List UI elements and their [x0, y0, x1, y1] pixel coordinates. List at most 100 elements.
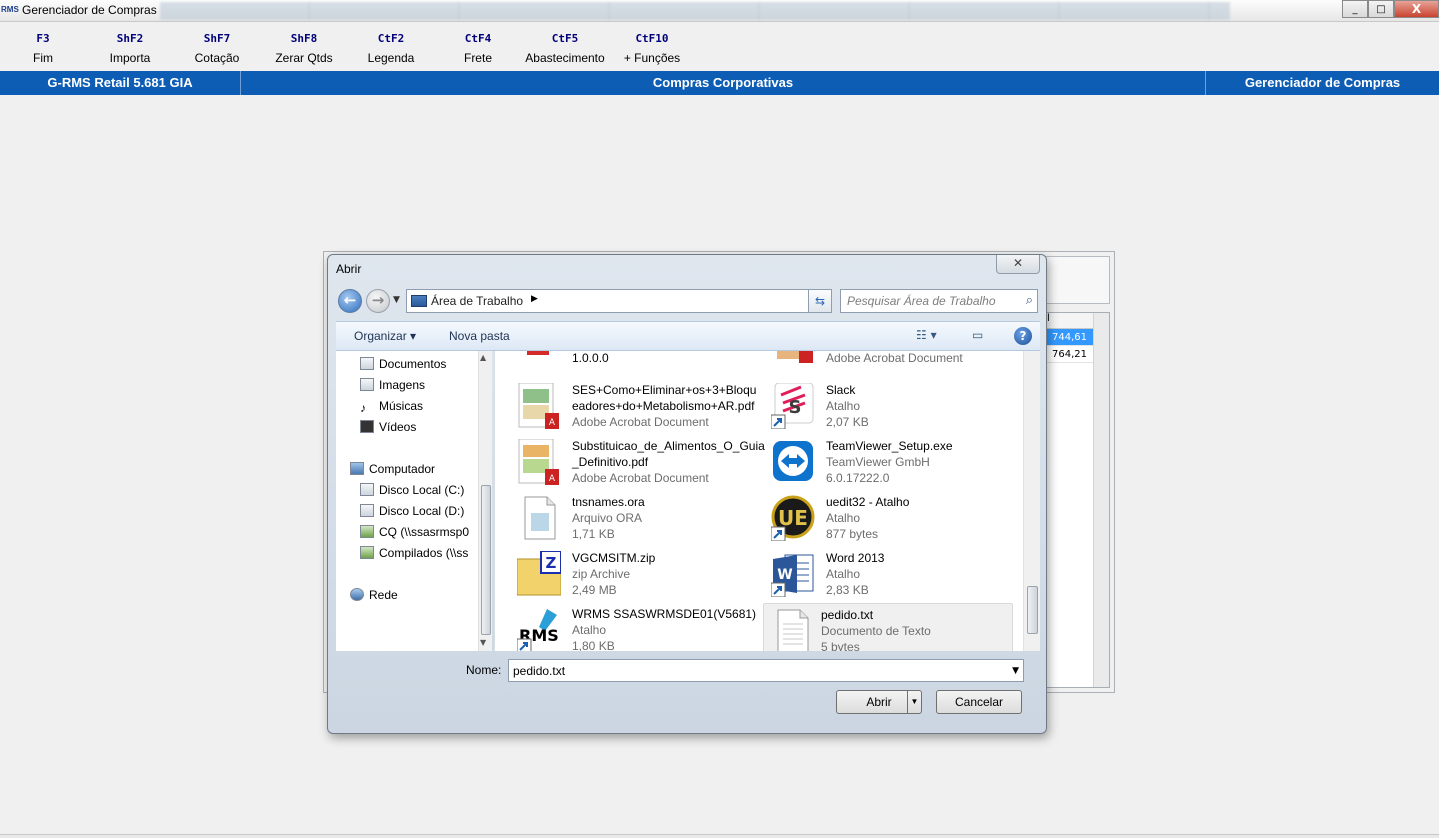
breadcrumb-arrow-icon[interactable]: ▶ — [531, 294, 538, 304]
file-item[interactable]: Z VGCMSITM.zip zip Archive 2,49 MB — [501, 547, 751, 601]
scroll-up-icon[interactable]: ▲ — [480, 353, 486, 362]
chevron-down-icon[interactable]: ▼ — [1012, 666, 1019, 676]
file-item[interactable]: TeamViewer_Setup.exe TeamViewer GmbH 6.0… — [755, 435, 1005, 489]
nav-item-disk-c[interactable]: Disco Local (C:) — [360, 483, 464, 497]
nav-item-network[interactable]: Rede — [350, 588, 398, 602]
address-bar[interactable]: Área de Trabalho ▶ ▼ — [406, 289, 832, 313]
command-bar: Organizar ▾ Nova pasta ☷ ▾ ▭ ? — [336, 321, 1040, 351]
fkey-ctf2-legenda[interactable]: CtF2 Legenda — [341, 30, 441, 68]
file-item[interactable]: S Slack Atalho 2,07 KB — [755, 379, 1005, 433]
fkey-shf7-cotacao[interactable]: ShF7 Cotação — [167, 30, 267, 68]
file-item[interactable]: RMS WRMS SSASWRMSDE01(V5681) Atalho 1,80… — [501, 603, 756, 651]
file-type: Adobe Acrobat Document — [572, 415, 709, 429]
fkey-code: CtF5 — [551, 32, 579, 45]
documents-icon — [360, 357, 374, 370]
fkey-ctf10-funcoes[interactable]: CtF10 + Funções — [602, 30, 702, 68]
nav-item-label: CQ (\\ssasrmsp0 — [379, 525, 470, 539]
nav-item-label: Vídeos — [379, 420, 417, 434]
scrollbar-thumb[interactable] — [1027, 586, 1038, 634]
network-drive-icon — [360, 546, 374, 559]
svg-text:A: A — [549, 418, 556, 428]
file-size: 5 bytes — [821, 640, 860, 651]
fkey-shf8-zerar-qtds[interactable]: ShF8 Zerar Qtds — [254, 30, 354, 68]
open-options-dropdown[interactable]: ▼ — [907, 691, 921, 713]
file-name: tnsnames.ora — [572, 495, 645, 509]
file-item-selected[interactable]: pedido.txt Documento de Texto 5 bytes — [763, 603, 1013, 651]
file-item[interactable]: A SES+Como+Eliminar+os+3+Bloqu eadores+d… — [501, 379, 756, 433]
nav-item-documents[interactable]: Documentos — [360, 357, 446, 371]
file-type: Adobe Acrobat Document — [826, 351, 963, 365]
new-folder-button[interactable]: Nova pasta — [449, 329, 510, 343]
nav-item-label: Imagens — [379, 378, 426, 392]
nav-item-label: Rede — [369, 588, 398, 602]
teamviewer-icon — [771, 439, 815, 485]
fkey-code: ShF7 — [203, 32, 231, 45]
file-list-scrollbar[interactable] — [1023, 351, 1040, 651]
nav-item-images[interactable]: Imagens — [360, 378, 425, 392]
forward-button[interactable]: → — [366, 289, 390, 313]
back-button[interactable]: ← — [338, 289, 362, 313]
organize-menu[interactable]: Organizar ▾ — [354, 329, 416, 343]
nav-item-computer[interactable]: Computador — [350, 462, 435, 476]
nav-item-disk-d[interactable]: Disco Local (D:) — [360, 504, 464, 518]
svg-text:A: A — [549, 474, 556, 484]
file-item[interactable]: UE uedit32 - Atalho Atalho 877 bytes — [755, 491, 1005, 545]
file-type: Adobe Acrobat Document — [572, 471, 709, 485]
search-icon[interactable]: ⌕ — [1026, 293, 1033, 308]
minimize-button[interactable]: _ — [1342, 0, 1368, 18]
file-item[interactable]: A Substituicao_de_Alimentos_O_Guia _Defi… — [501, 435, 765, 489]
fkey-ctf4-frete[interactable]: CtF4 Frete — [428, 30, 528, 68]
file-name-input[interactable]: pedido.txt ▼ — [508, 659, 1024, 682]
preview-pane-icon[interactable]: ▭ — [972, 328, 983, 342]
navigation-row: ← → ▼ Área de Trabalho ▶ ▼ ⇆ Pesquisar Á… — [336, 288, 1040, 314]
dialog-close-button[interactable]: ✕ — [996, 255, 1040, 274]
dialog-footer: Nome: pedido.txt ▼ Abrir ▼ Cancelar — [336, 651, 1040, 723]
search-input[interactable]: Pesquisar Área de Trabalho ⌕ — [840, 289, 1038, 313]
search-placeholder: Pesquisar Área de Trabalho — [847, 294, 996, 308]
scrollbar-thumb[interactable] — [481, 485, 491, 635]
svg-text:S: S — [789, 397, 802, 418]
videos-icon — [360, 420, 374, 433]
svg-text:W: W — [777, 567, 792, 583]
fkey-label: Frete — [463, 51, 492, 65]
help-icon[interactable]: ? — [1014, 327, 1032, 345]
file-name-wrap: _Definitivo.pdf — [572, 455, 649, 469]
app-logo: RMS — [1, 5, 19, 14]
nav-item-compilados[interactable]: Compilados (\\ss — [360, 546, 468, 560]
view-options-icon[interactable]: ☷ ▾ — [916, 328, 937, 342]
scroll-down-icon[interactable]: ▼ — [480, 638, 486, 647]
svg-text:UE: UE — [778, 506, 808, 530]
navigation-scrollbar[interactable]: ▲ ▼ — [478, 351, 492, 651]
open-file-dialog: Abrir ✕ ← → ▼ Área de Trabalho ▶ ▼ ⇆ Pes… — [327, 254, 1047, 734]
file-item[interactable]: tnsnames.ora Arquivo ORA 1,71 KB — [501, 491, 751, 545]
cancel-button[interactable]: Cancelar — [936, 690, 1022, 714]
fkey-label: + Funções — [623, 51, 681, 65]
file-list-pane: 1.0.0.0 A SES+Como+Eliminar+os+3+Bloqu e… — [494, 351, 1040, 651]
maximize-button[interactable]: □ — [1368, 0, 1394, 18]
open-button[interactable]: Abrir ▼ — [836, 690, 922, 714]
refresh-button[interactable]: ⇆ — [808, 289, 832, 313]
file-type: Atalho — [826, 567, 861, 581]
window-title: Gerenciador de Compras — [22, 3, 157, 17]
file-name: TeamViewer_Setup.exe — [826, 439, 953, 453]
file-size: 877 bytes — [826, 527, 879, 541]
close-button[interactable]: X — [1394, 0, 1439, 18]
nav-item-music[interactable]: ♪ Músicas — [360, 399, 424, 415]
fkey-code: CtF2 — [377, 32, 405, 45]
nav-item-cq[interactable]: CQ (\\ssasrmsp0 — [360, 525, 469, 539]
music-icon: ♪ — [360, 401, 366, 415]
file-type: Documento de Texto — [821, 624, 931, 638]
computer-icon — [350, 462, 364, 475]
network-drive-icon — [360, 525, 374, 538]
fkey-shf2-importa[interactable]: ShF2 Importa — [80, 30, 180, 68]
fkey-ctf5-abastecimento[interactable]: CtF5 Abastecimento — [515, 30, 615, 68]
file-name: uedit32 - Atalho — [826, 495, 910, 509]
recent-locations-dropdown[interactable]: ▼ — [393, 295, 400, 305]
header-module: Compras Corporativas — [241, 71, 1206, 95]
nav-item-label: Músicas — [379, 399, 424, 413]
file-name-label: Nome: — [466, 663, 502, 677]
file-item[interactable]: W Word 2013 Atalho 2,83 KB — [755, 547, 1005, 601]
table-scrollbar[interactable] — [1093, 313, 1109, 687]
fkey-label: Cotação — [194, 51, 240, 65]
nav-item-videos[interactable]: Vídeos — [360, 420, 416, 434]
